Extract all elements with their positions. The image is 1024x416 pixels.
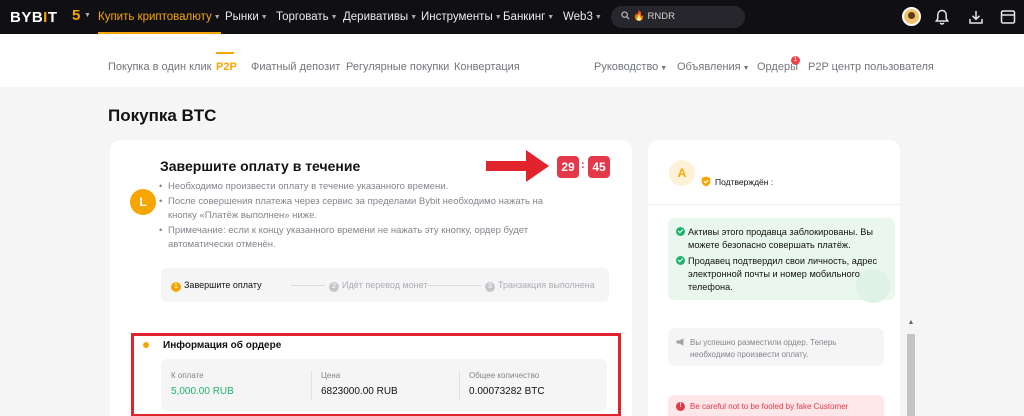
- top-nav: BYBIT 5 ▼ Купить криптовалюту ▼ Рынки ▼ Тор…: [0, 0, 1024, 34]
- order-progress-steps: 1 Завершите оплату 2 Идёт перевод монет 3Т…: [161, 268, 609, 302]
- verified-label: Подтверждён :: [715, 177, 774, 187]
- check-circle-icon: [676, 227, 685, 236]
- chat-system-message: Вы успешно разместили ордер. Теперь необ…: [668, 328, 884, 366]
- caret-down-icon: ▼: [330, 14, 338, 21]
- warning-icon: !: [676, 402, 685, 411]
- nav-trade[interactable]: Торговать ▼: [276, 0, 338, 34]
- subnav-ads[interactable]: Объявления ▼: [677, 61, 750, 73]
- notice-item: Активы этого продавца заблокированы. Вы …: [676, 226, 891, 252]
- search-icon: [621, 11, 630, 20]
- subnav-one-click-buy[interactable]: Покупка в один клик: [108, 61, 211, 73]
- scroll-thumb[interactable]: [907, 334, 915, 416]
- chat-watermark-icon: [856, 269, 890, 303]
- step-connector: [425, 285, 481, 286]
- caret-down-icon: ▼: [213, 14, 221, 21]
- divider: [648, 204, 900, 205]
- order-info-highlight: Информация об ордере К оплате 5,000.00 R…: [131, 333, 621, 416]
- nav-derivatives[interactable]: Деривативы ▼: [343, 0, 417, 34]
- subnav-p2p-user-center[interactable]: P2P центр пользователя: [808, 61, 934, 73]
- caret-down-icon: ▼: [594, 14, 602, 21]
- verified-shield-icon: [701, 176, 711, 187]
- nav-markets[interactable]: Рынки ▼: [225, 0, 268, 34]
- seller-avatar-small: L: [130, 189, 156, 215]
- caret-down-icon: ▼: [410, 14, 418, 21]
- nav-web3[interactable]: Web3 ▼: [563, 0, 602, 34]
- nav-buy-crypto[interactable]: Купить криптовалюту ▼: [98, 0, 221, 34]
- user-avatar[interactable]: [902, 7, 921, 26]
- instruction-item: После совершения платежа через сервис за…: [158, 195, 558, 224]
- instruction-item: Примечание: если к концу указанного врем…: [158, 224, 558, 253]
- subnav-recurring-buy[interactable]: Регулярные покупки: [346, 61, 449, 73]
- step-transaction-complete: 3 Транзакция выполнена: [485, 280, 595, 292]
- caret-down-icon: ▼: [494, 14, 502, 21]
- divider: [311, 370, 312, 400]
- search-input[interactable]: 🔥 RNDR: [611, 6, 745, 28]
- red-arrow-annotation: [486, 150, 549, 182]
- price-value: 6823000.00 RUB: [321, 386, 398, 397]
- timer-seconds: 45: [588, 156, 610, 178]
- download-icon[interactable]: [967, 8, 985, 26]
- bell-icon[interactable]: [933, 8, 951, 26]
- chat-scrollbar[interactable]: ▲: [906, 318, 916, 416]
- step-coin-transfer: 2 Идёт перевод монет: [329, 280, 427, 292]
- step-connector: [291, 285, 325, 286]
- page-title: Покупка BTC: [108, 106, 217, 125]
- caret-down-icon: ▼: [547, 14, 555, 21]
- nav-banking[interactable]: Банкинг ▼: [503, 0, 554, 34]
- subnav-guide[interactable]: Руководство ▼: [594, 61, 667, 73]
- section-dot: [143, 342, 149, 348]
- order-info-panel: К оплате 5,000.00 RUB Цена 6823000.00 RU…: [161, 359, 607, 411]
- globe-icon[interactable]: [999, 8, 1017, 26]
- payment-card: L Завершите оплату в течение Необходимо …: [110, 140, 632, 416]
- orders-count-badge: 1: [791, 56, 800, 65]
- step-complete-payment: 1 Завершите оплату: [171, 280, 262, 292]
- subnav-p2p[interactable]: P2P: [216, 61, 237, 73]
- timer-minutes: 29: [557, 156, 579, 178]
- p2p-subnav: Покупка в один клик P2P Фиатный депозит …: [0, 34, 1024, 87]
- megaphone-icon: [676, 338, 684, 346]
- scroll-up-arrow-icon[interactable]: ▲: [906, 318, 916, 328]
- seller-avatar[interactable]: A: [669, 160, 695, 186]
- divider: [459, 370, 460, 400]
- quantity-value: 0.00073282 BTC: [469, 386, 545, 397]
- caret-down-icon: ▼: [84, 12, 91, 19]
- caret-down-icon: ▼: [260, 14, 268, 21]
- caret-down-icon: ▼: [660, 65, 668, 72]
- subnav-convert[interactable]: Конвертация: [454, 61, 520, 73]
- bybit-five-menu[interactable]: 5 ▼: [72, 7, 92, 27]
- nav-tools[interactable]: Инструменты ▼: [421, 0, 502, 34]
- fraud-warning: ! Be careful not to be fooled by fake Cu…: [668, 395, 884, 416]
- fire-icon: 🔥: [633, 11, 645, 22]
- bybit-logo[interactable]: BYBIT: [10, 9, 58, 26]
- payment-instructions: Необходимо произвести оплату в течение у…: [158, 180, 558, 253]
- subnav-fiat-deposit[interactable]: Фиатный депозит: [251, 61, 340, 73]
- seller-card: A Подтверждён : Активы этого продавца за…: [648, 140, 900, 416]
- check-circle-icon: [676, 256, 685, 265]
- timer-separator: :: [581, 159, 585, 171]
- active-tab-underline: [216, 52, 234, 54]
- amount-to-pay: 5,000.00 RUB: [171, 386, 234, 397]
- order-info-title: Информация об ордере: [163, 340, 282, 351]
- payment-deadline-title: Завершите оплату в течение: [160, 158, 361, 174]
- caret-down-icon: ▼: [742, 65, 750, 72]
